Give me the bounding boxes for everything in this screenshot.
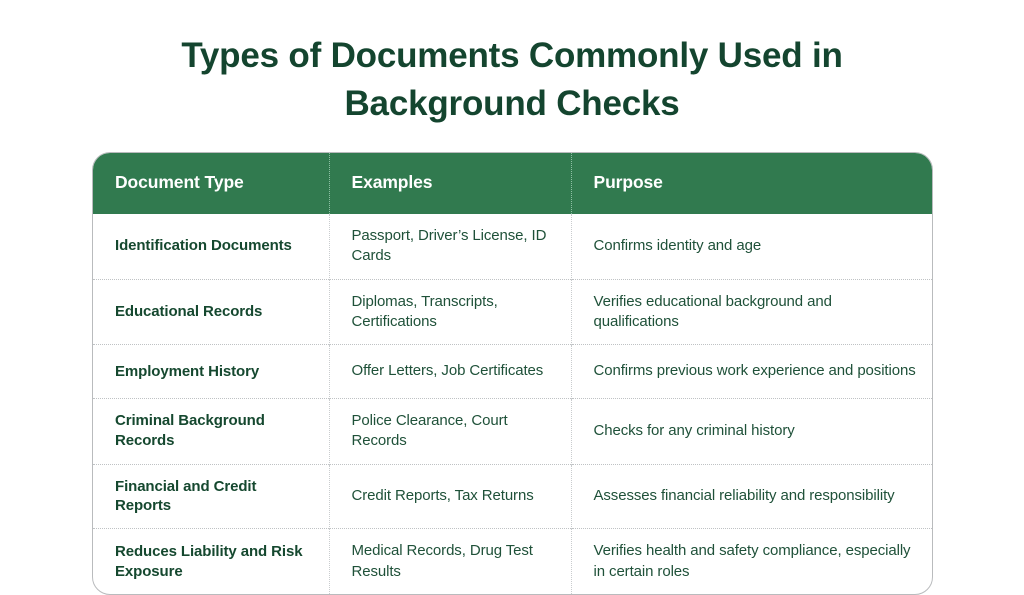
cell-examples: Diplomas, Transcripts, Certifications <box>328 278 571 345</box>
infographic-page: Types of Documents Commonly Used in Back… <box>0 0 1024 595</box>
cell-purpose: Checks for any criminal history <box>570 398 932 464</box>
cell-document-type: Financial and Credit Reports <box>93 463 329 529</box>
page-title: Types of Documents Commonly Used in Back… <box>181 36 843 124</box>
cell-document-type: Educational Records <box>93 278 329 345</box>
cell-purpose: Confirms identity and age <box>570 214 932 279</box>
table-header-row: Document Type Examples Purpose <box>93 153 932 214</box>
table-header: Document Type Examples Purpose <box>93 153 932 214</box>
cell-document-type: Criminal Background Records <box>93 398 329 464</box>
cell-purpose: Confirms previous work experience and po… <box>570 344 932 399</box>
cell-purpose: Assesses financial reliability and respo… <box>570 463 932 529</box>
table-row: Identification Documents Passport, Drive… <box>93 214 932 279</box>
table-row: Reduces Liability and Risk Exposure Medi… <box>93 528 932 594</box>
cell-purpose: Verifies health and safety compliance, e… <box>570 528 932 594</box>
cell-document-type: Reduces Liability and Risk Exposure <box>93 528 329 594</box>
cell-examples: Credit Reports, Tax Returns <box>328 463 571 529</box>
cell-document-type: Identification Documents <box>115 237 292 255</box>
cell-examples: Offer Letters, Job Certificates <box>328 344 571 399</box>
column-header-document-type: Document Type <box>115 172 244 192</box>
column-header-examples: Examples <box>328 153 571 214</box>
cell-examples: Medical Records, Drug Test Results <box>328 528 571 594</box>
column-header-purpose: Purpose <box>570 153 932 214</box>
table-row: Educational Records Diplomas, Transcript… <box>93 278 932 345</box>
table-row: Employment History Offer Letters, Job Ce… <box>93 344 932 399</box>
table-row: Criminal Background Records Police Clear… <box>93 398 932 464</box>
cell-purpose: Verifies educational background and qual… <box>570 278 932 345</box>
documents-table: Document Type Examples Purpose Identific… <box>93 153 932 594</box>
table-row: Financial and Credit Reports Credit Repo… <box>93 463 932 529</box>
cell-document-type: Employment History <box>93 344 329 399</box>
cell-examples: Passport, Driver’s License, ID Cards <box>328 214 571 279</box>
documents-table-card: Document Type Examples Purpose Identific… <box>92 152 933 595</box>
table-body: Identification Documents Passport, Drive… <box>93 214 932 594</box>
cell-examples: Police Clearance, Court Records <box>328 398 571 464</box>
